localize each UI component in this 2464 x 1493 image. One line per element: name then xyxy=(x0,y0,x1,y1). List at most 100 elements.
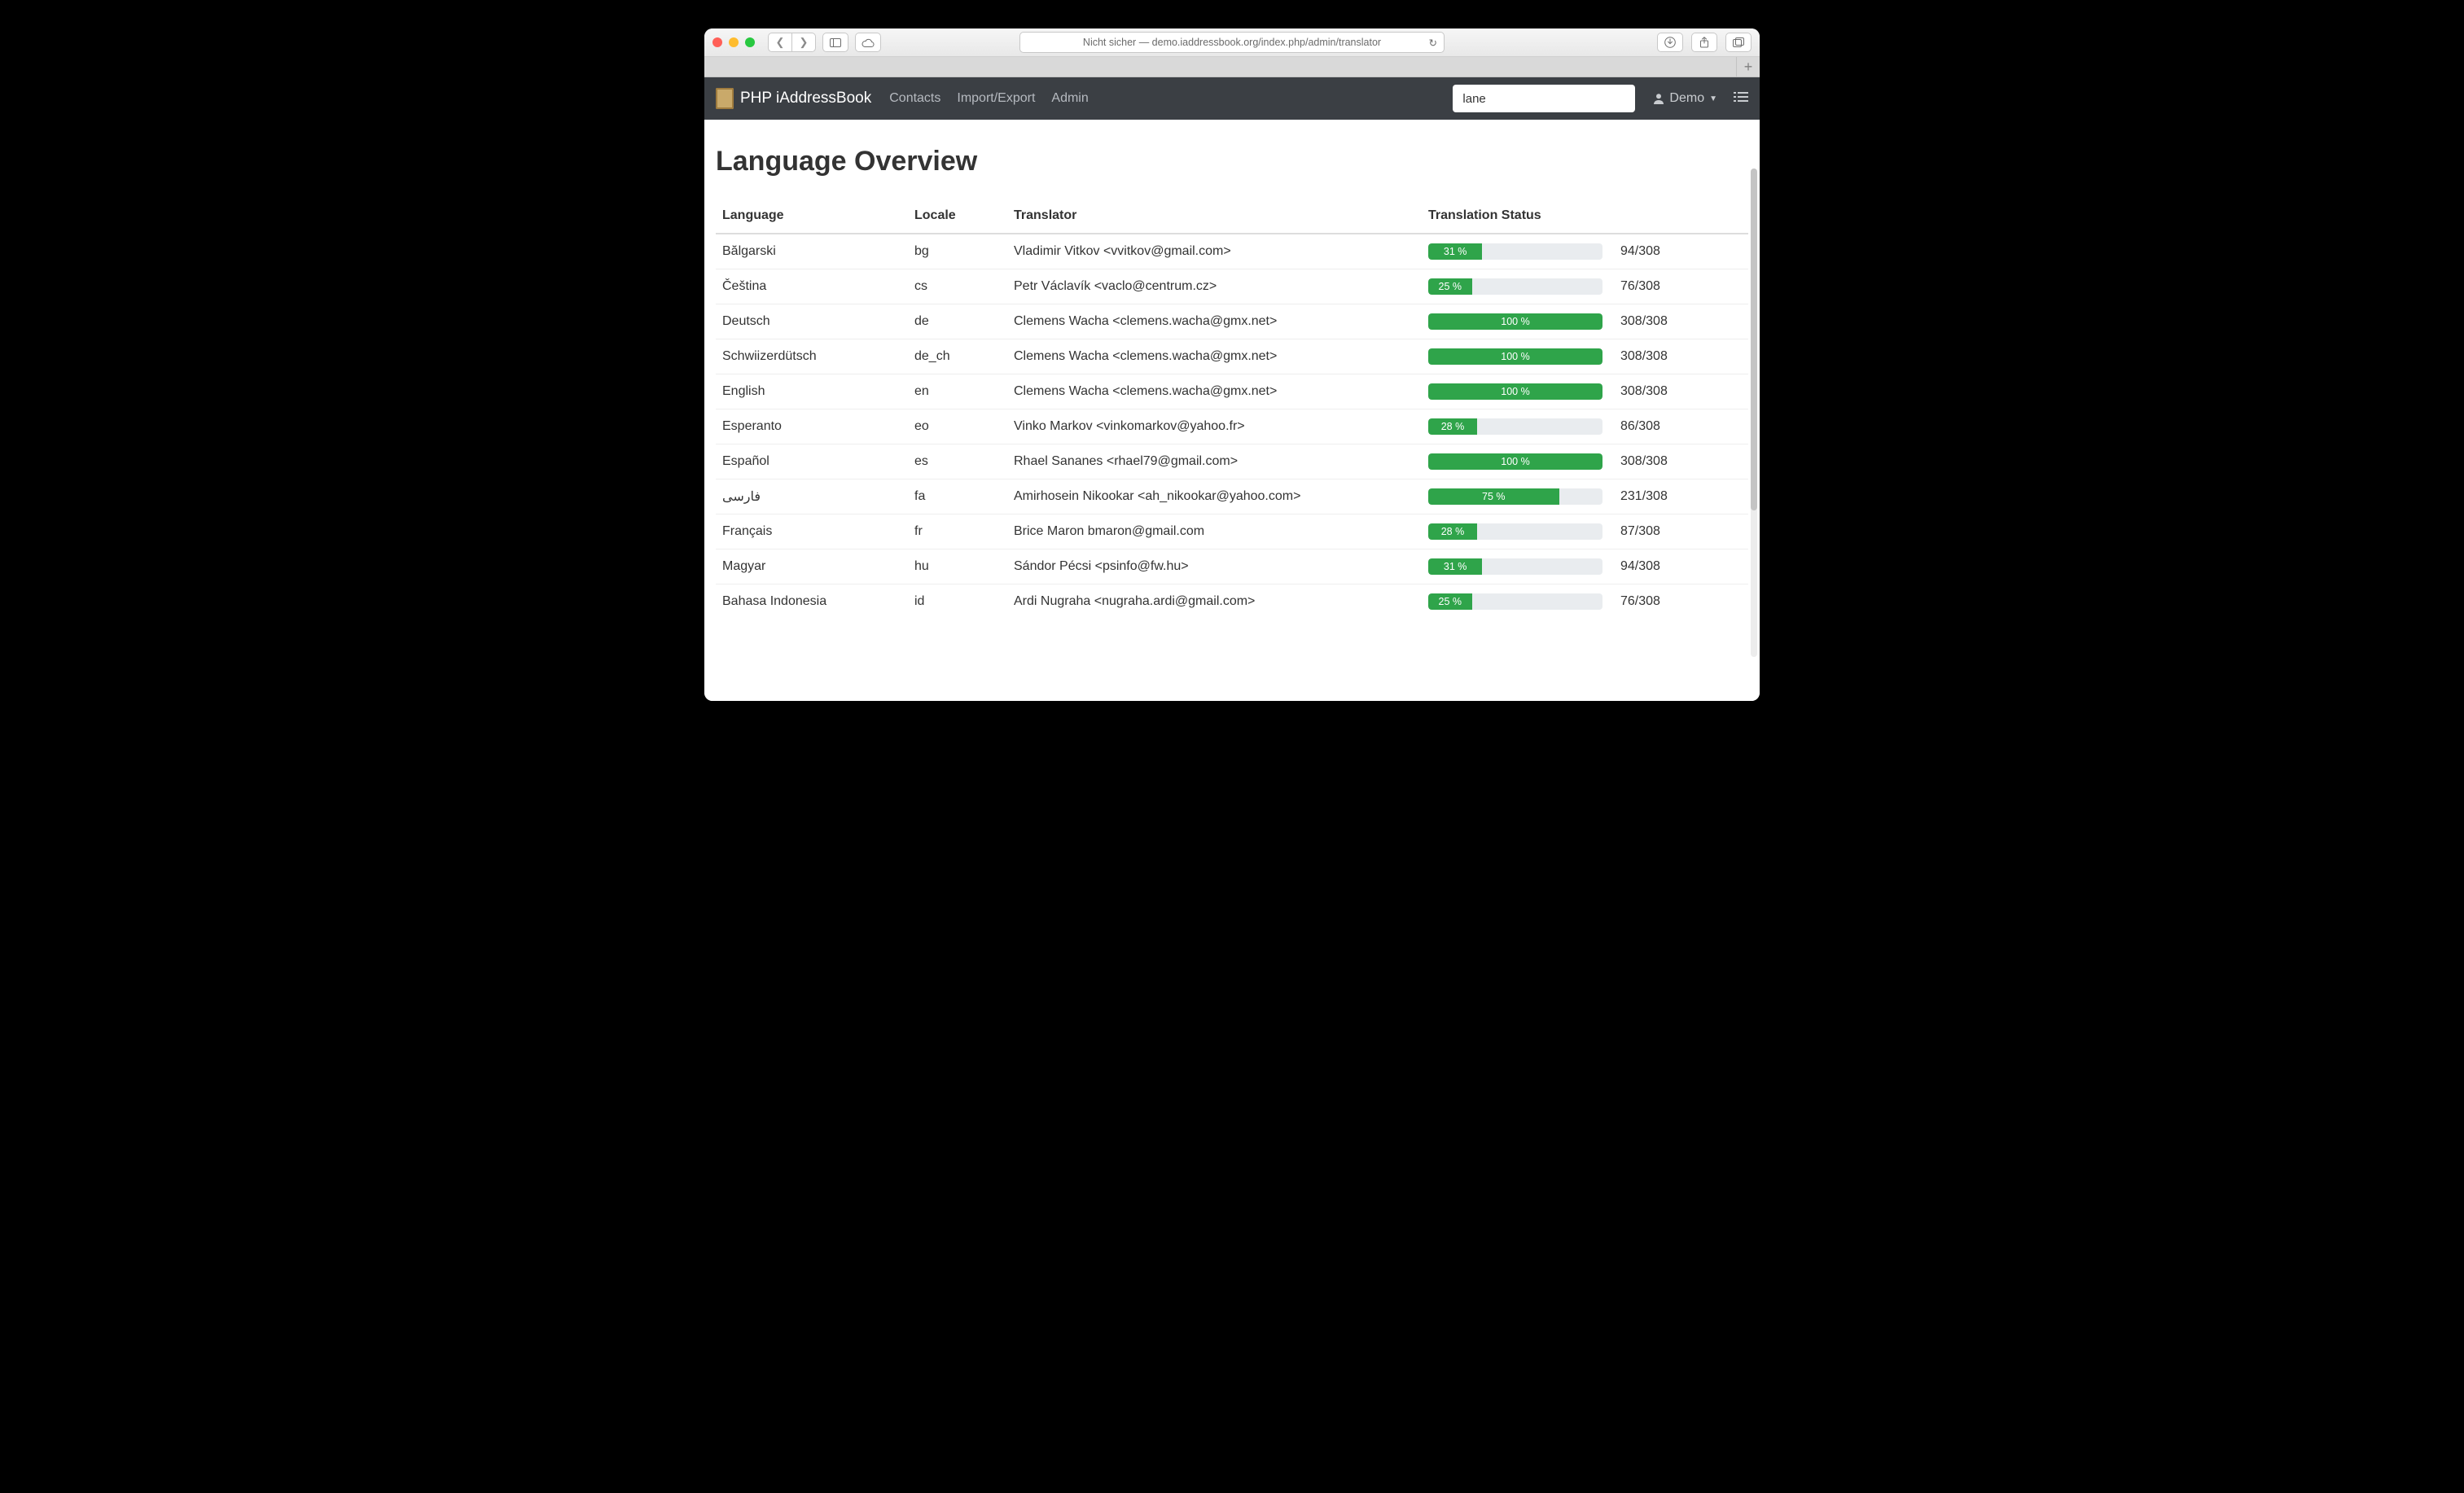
cell-locale: eo xyxy=(908,409,1007,444)
cell-language: فارسی xyxy=(716,479,908,514)
language-table: Language Locale Translator Translation S… xyxy=(716,199,1748,619)
progress-bar: 31 % xyxy=(1428,558,1602,575)
zoom-window-button[interactable] xyxy=(745,37,755,47)
cell-locale: fa xyxy=(908,479,1007,514)
progress-fill: 28 % xyxy=(1428,418,1477,435)
table-row: EsperantoeoVinko Markov <vinkomarkov@yah… xyxy=(716,409,1748,444)
viewport: Language Overview Language Locale Transl… xyxy=(704,120,1760,701)
app-navbar: PHP iAddressBook Contacts Import/Export … xyxy=(704,77,1760,120)
cell-translator: Clemens Wacha <clemens.wacha@gmx.net> xyxy=(1007,304,1422,339)
progress-fill: 100 % xyxy=(1428,348,1602,365)
table-row: BălgarskibgVladimir Vitkov <vvitkov@gmai… xyxy=(716,234,1748,269)
cell-translator: Clemens Wacha <clemens.wacha@gmx.net> xyxy=(1007,374,1422,409)
page-title: Language Overview xyxy=(716,146,1748,177)
cell-status: 28 % 87/308 xyxy=(1422,514,1748,549)
table-row: FrançaisfrBrice Maron bmaron@gmail.com28… xyxy=(716,514,1748,549)
progress-ratio: 94/308 xyxy=(1620,559,1686,574)
progress-fill: 100 % xyxy=(1428,313,1602,330)
tab-strip: + xyxy=(704,57,1760,77)
nav-arrows: ❮ ❯ xyxy=(768,33,816,52)
table-row: MagyarhuSándor Pécsi <psinfo@fw.hu>31 %9… xyxy=(716,549,1748,585)
sidebar-icon xyxy=(830,38,841,47)
address-bar-text: Nicht sicher — demo.iaddressbook.org/ind… xyxy=(1083,37,1381,48)
cell-language: Français xyxy=(716,514,908,549)
cell-locale: cs xyxy=(908,269,1007,304)
col-language: Language xyxy=(716,199,908,234)
cell-translator: Brice Maron bmaron@gmail.com xyxy=(1007,514,1422,549)
back-button[interactable]: ❮ xyxy=(769,33,792,51)
share-icon xyxy=(1699,37,1709,48)
cell-language: Español xyxy=(716,444,908,479)
cell-status: 31 % 94/308 xyxy=(1422,549,1748,585)
progress-fill: 25 % xyxy=(1428,278,1472,295)
search-input[interactable] xyxy=(1453,85,1635,112)
cell-status: 25 % 76/308 xyxy=(1422,269,1748,304)
progress-ratio: 308/308 xyxy=(1620,454,1686,469)
cloud-icon xyxy=(862,38,875,47)
progress-ratio: 87/308 xyxy=(1620,524,1686,539)
progress-bar: 31 % xyxy=(1428,243,1602,260)
page: Language Overview Language Locale Transl… xyxy=(704,120,1760,619)
cell-language: Esperanto xyxy=(716,409,908,444)
new-tab-button[interactable]: + xyxy=(1736,57,1760,77)
share-button[interactable] xyxy=(1691,33,1717,52)
cell-locale: hu xyxy=(908,549,1007,585)
cell-language: Čeština xyxy=(716,269,908,304)
progress-fill: 25 % xyxy=(1428,593,1472,610)
progress-fill: 100 % xyxy=(1428,453,1602,470)
progress-bar: 25 % xyxy=(1428,278,1602,295)
cell-translator: Amirhosein Nikookar <ah_nikookar@yahoo.c… xyxy=(1007,479,1422,514)
cell-status: 25 % 76/308 xyxy=(1422,585,1748,620)
sidebar-toggle-button[interactable] xyxy=(822,33,848,52)
list-icon xyxy=(1734,91,1748,103)
nav-import-export[interactable]: Import/Export xyxy=(957,91,1035,106)
reload-button[interactable]: ↻ xyxy=(1429,37,1437,49)
col-locale: Locale xyxy=(908,199,1007,234)
chevron-down-icon: ▼ xyxy=(1709,94,1717,103)
cell-status: 31 % 94/308 xyxy=(1422,234,1748,269)
cell-language: Schwiizerdütsch xyxy=(716,339,908,374)
forward-button[interactable]: ❯ xyxy=(792,33,815,51)
progress-fill: 28 % xyxy=(1428,523,1477,540)
table-row: EnglishenClemens Wacha <clemens.wacha@gm… xyxy=(716,374,1748,409)
cell-translator: Rhael Sananes <rhael79@gmail.com> xyxy=(1007,444,1422,479)
user-icon xyxy=(1653,93,1664,104)
brand[interactable]: PHP iAddressBook xyxy=(716,88,871,109)
progress-ratio: 231/308 xyxy=(1620,489,1686,504)
cell-translator: Ardi Nugraha <nugraha.ardi@gmail.com> xyxy=(1007,585,1422,620)
progress-bar: 25 % xyxy=(1428,593,1602,610)
cell-status: 100 %308/308 xyxy=(1422,339,1748,374)
nav-contacts[interactable]: Contacts xyxy=(889,91,940,106)
address-bar[interactable]: Nicht sicher — demo.iaddressbook.org/ind… xyxy=(1019,32,1445,53)
downloads-button[interactable] xyxy=(1657,33,1683,52)
cell-translator: Vladimir Vitkov <vvitkov@gmail.com> xyxy=(1007,234,1422,269)
progress-ratio: 76/308 xyxy=(1620,594,1686,609)
nav-admin[interactable]: Admin xyxy=(1051,91,1088,106)
progress-fill: 31 % xyxy=(1428,243,1482,260)
list-view-button[interactable] xyxy=(1734,91,1748,107)
scrollbar-thumb[interactable] xyxy=(1751,169,1757,510)
progress-bar: 100 % xyxy=(1428,313,1602,330)
scrollbar[interactable] xyxy=(1751,169,1757,657)
cell-translator: Vinko Markov <vinkomarkov@yahoo.fr> xyxy=(1007,409,1422,444)
cell-locale: fr xyxy=(908,514,1007,549)
window-controls xyxy=(712,37,755,47)
cell-translator: Petr Václavík <vaclo@centrum.cz> xyxy=(1007,269,1422,304)
icloud-tab-button[interactable] xyxy=(855,33,881,52)
table-row: Schwiizerdütschde_chClemens Wacha <cleme… xyxy=(716,339,1748,374)
tabs-icon xyxy=(1733,37,1744,47)
cell-language: Bahasa Indonesia xyxy=(716,585,908,620)
close-window-button[interactable] xyxy=(712,37,722,47)
progress-ratio: 76/308 xyxy=(1620,279,1686,294)
tabs-overview-button[interactable] xyxy=(1725,33,1752,52)
table-row: ČeštinacsPetr Václavík <vaclo@centrum.cz… xyxy=(716,269,1748,304)
cell-status: 75 %231/308 xyxy=(1422,479,1748,514)
minimize-window-button[interactable] xyxy=(729,37,739,47)
col-status: Translation Status xyxy=(1422,199,1748,234)
cell-status: 100 %308/308 xyxy=(1422,374,1748,409)
user-menu[interactable]: Demo ▼ xyxy=(1653,91,1717,106)
progress-ratio: 94/308 xyxy=(1620,244,1686,259)
titlebar: ❮ ❯ Nicht sicher — demo.iaddressbook.org… xyxy=(704,28,1760,57)
progress-bar: 100 % xyxy=(1428,348,1602,365)
table-row: DeutschdeClemens Wacha <clemens.wacha@gm… xyxy=(716,304,1748,339)
